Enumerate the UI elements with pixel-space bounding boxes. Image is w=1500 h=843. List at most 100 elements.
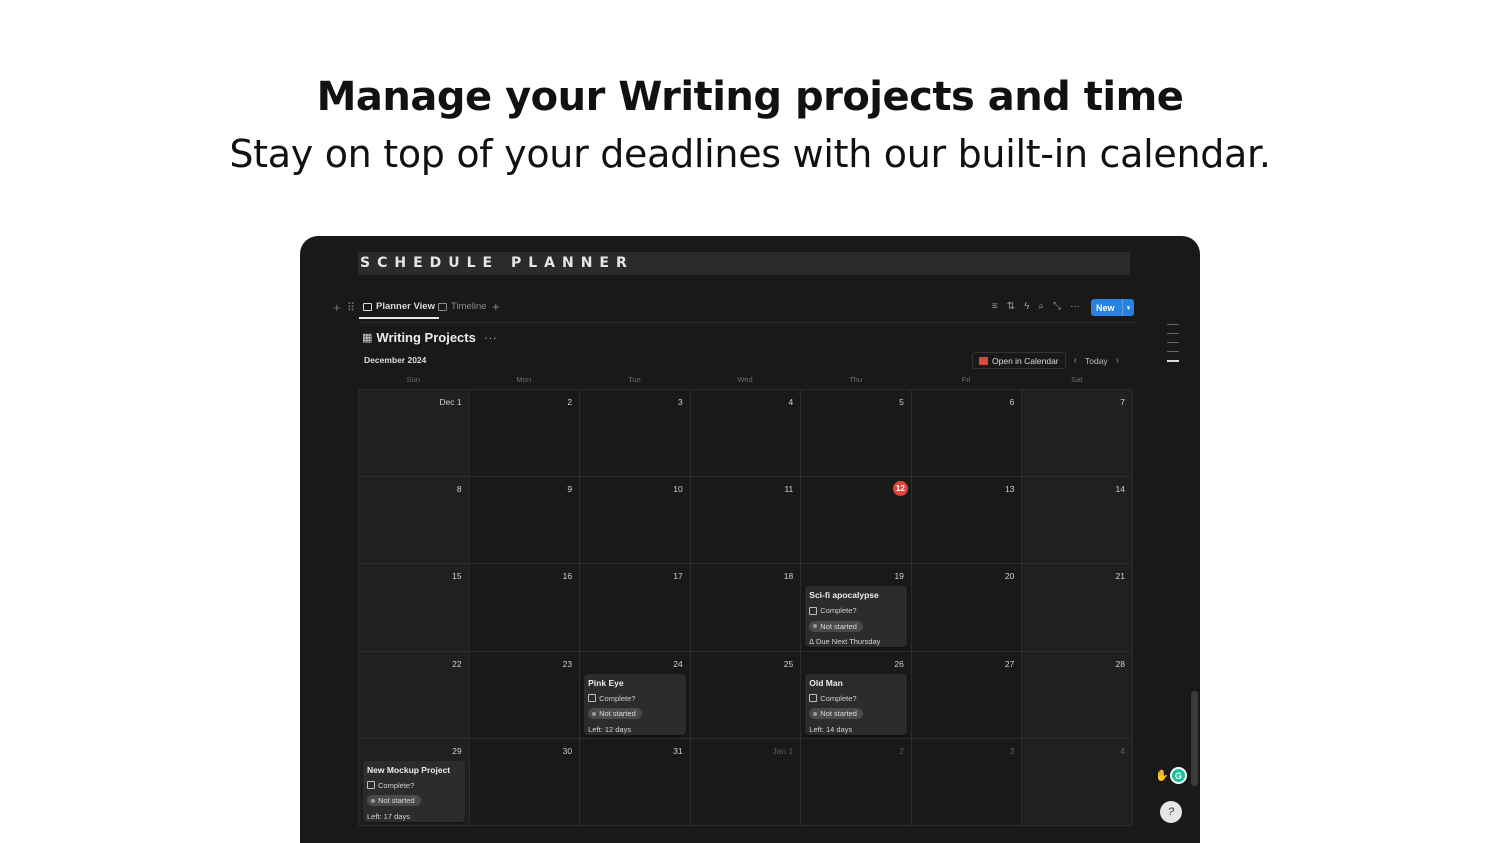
calendar-day-cell[interactable]: 29 New Mockup Project Complete? Not started… (359, 738, 470, 826)
calendar-day-cell[interactable]: 8 (359, 477, 470, 565)
day-number: 16 (562, 571, 573, 582)
day-number: 19 (894, 571, 904, 582)
calendar-day-cell[interactable]: 22 (359, 651, 470, 739)
day-number: Dec 1 (439, 397, 462, 407)
tab-planner-view[interactable]: Planner View (359, 301, 439, 319)
tab-timeline[interactable]: Timeline (438, 301, 487, 312)
day-number: 7 (1120, 397, 1125, 407)
calendar-day-cell[interactable]: 19 Sci-fi apocalypse Complete? Not started ∆… (801, 564, 912, 652)
calendar-day-cell[interactable]: 15 (359, 564, 470, 652)
checkbox-icon[interactable] (588, 694, 597, 703)
more-icon[interactable]: ··· (484, 330, 497, 345)
day-number: 27 (1004, 658, 1015, 669)
calendar-day-cell[interactable]: 12 (801, 477, 912, 565)
status-dot-icon (813, 624, 818, 629)
calendar-day-cell[interactable]: 28 (1022, 651, 1133, 739)
calendar-day-cell[interactable]: 24 Pink Eye Complete? Not started Left: 12 d… (580, 651, 691, 739)
calendar-day-cell[interactable]: 2 (801, 738, 912, 826)
toolbar-icons: ≡ ⇅ ϟ ⌕ ⤡ ··· (992, 301, 1080, 312)
day-number: 2 (899, 745, 904, 756)
complete-checkbox[interactable]: Complete? (809, 694, 903, 703)
checkbox-icon[interactable] (809, 606, 818, 615)
today-button[interactable]: Today (1085, 356, 1108, 366)
day-number: 25 (783, 658, 794, 669)
add-view-icon[interactable]: + (492, 299, 500, 314)
chevron-right-icon[interactable]: › (1116, 355, 1119, 366)
headline: Manage your Writing projects and time (316, 74, 1184, 120)
new-button[interactable]: New ▾ (1091, 299, 1134, 316)
calendar-day-cell[interactable]: 23 (469, 651, 581, 739)
calendar-view-icon (363, 302, 372, 311)
day-number: 3 (677, 397, 683, 407)
calendar-day-cell[interactable]: 20 (911, 564, 1023, 652)
calendar-day-cell[interactable]: 13 (911, 477, 1023, 565)
calendar-icon (979, 356, 988, 365)
table-of-contents[interactable] (1167, 324, 1179, 370)
open-in-calendar-button[interactable]: Open in Calendar (972, 352, 1066, 369)
filter-icon[interactable]: ≡ (992, 301, 998, 312)
grammarly-icon[interactable]: G (1169, 767, 1187, 784)
today-badge: 12 (892, 481, 908, 497)
calendar-day-cell[interactable]: 27 (911, 651, 1023, 739)
calendar-day-cell[interactable]: 18 (690, 564, 802, 652)
chevron-down-icon[interactable]: ▾ (1122, 299, 1134, 316)
day-number: 13 (1004, 484, 1015, 495)
calendar-day-cell[interactable]: 30 (469, 738, 581, 826)
drag-handle-icon[interactable]: ⠿ (347, 301, 355, 314)
calendar-day-cell[interactable]: 7 (1022, 390, 1133, 478)
complete-checkbox[interactable]: Complete? (809, 606, 903, 615)
add-block-icon[interactable]: + (333, 300, 341, 315)
calendar-day-cell[interactable]: 21 (1022, 564, 1133, 652)
calendar-day-cell[interactable]: 14 (1022, 477, 1133, 565)
calendar-day-cell[interactable]: 2 (469, 390, 581, 478)
calendar-day-cell[interactable]: 3 (911, 738, 1023, 826)
calendar-day-cell[interactable]: 26 Old Man Complete? Not started Left: 14 da… (801, 651, 912, 739)
automation-icon[interactable]: ϟ (1024, 301, 1029, 312)
calendar-day-cell[interactable]: 17 (580, 564, 691, 652)
calendar-day-cell[interactable]: 16 (469, 564, 581, 652)
status-dot-icon (813, 711, 818, 716)
scrollbar[interactable] (1191, 691, 1198, 786)
checkbox-icon[interactable] (809, 694, 818, 703)
status-badge[interactable]: Not started (588, 708, 642, 720)
calendar-day-cell[interactable]: 5 (801, 390, 912, 478)
view-bar: + ⠿ Planner View Timeline + ≡ ⇅ ϟ ⌕ ⤡ ··… (330, 298, 1136, 320)
checkbox-icon[interactable] (367, 781, 375, 790)
event-title: Pink Eye (588, 677, 624, 688)
event-card[interactable]: Pink Eye Complete? Not started Left: 12 day… (584, 673, 687, 735)
complete-checkbox[interactable]: Complete? (367, 781, 461, 790)
calendar-day-cell[interactable]: 6 (911, 390, 1023, 478)
checkbox-label: Complete? (378, 780, 415, 790)
calendar-day-cell[interactable]: 31 (580, 738, 691, 826)
complete-checkbox[interactable]: Complete? (588, 694, 682, 703)
status-badge[interactable]: Not started (809, 620, 863, 632)
calendar-day-cell[interactable]: Dec 1 (359, 390, 470, 478)
calendar-day-cell[interactable]: 25 (690, 651, 802, 739)
chevron-left-icon[interactable]: ‹ (1074, 355, 1077, 366)
calendar-day-cell[interactable]: 9 (469, 477, 581, 565)
calendar-day-cell[interactable]: 4 (1022, 738, 1133, 826)
day-number: 31 (673, 745, 683, 756)
search-icon[interactable]: ⌕ (1038, 301, 1044, 312)
expand-icon[interactable]: ⤡ (1053, 301, 1061, 312)
day-number: 15 (452, 571, 462, 582)
more-icon[interactable]: ··· (1070, 301, 1080, 312)
calendar-day-cell[interactable]: 3 (580, 390, 691, 478)
sort-icon[interactable]: ⇅ (1007, 301, 1015, 312)
handshake-icon[interactable]: ✋ (1155, 769, 1169, 782)
status-badge[interactable]: Not started (809, 708, 863, 720)
status-badge[interactable]: Not started (367, 795, 421, 807)
database-title[interactable]: ▦ Writing Projects ··· (362, 330, 497, 345)
calendar-day-cell[interactable]: 10 (580, 477, 691, 565)
event-card[interactable]: New Mockup Project Complete? Not started Le… (363, 760, 465, 822)
day-number: 22 (452, 658, 462, 669)
calendar-day-cell[interactable]: 11 (690, 477, 802, 565)
day-number: 6 (1009, 397, 1015, 407)
calendar-day-cell[interactable]: Jan 1 (690, 738, 802, 826)
event-note: ∆ Due Next Thursday (809, 637, 881, 647)
calendar-day-cell[interactable]: 4 (690, 390, 802, 478)
event-card[interactable]: Old Man Complete? Not started Left: 14 days (805, 673, 908, 735)
help-icon[interactable]: ? (1160, 801, 1182, 823)
new-button-label: New (1096, 302, 1115, 313)
event-card[interactable]: Sci-fi apocalypse Complete? Not started ∆ D… (805, 586, 908, 648)
